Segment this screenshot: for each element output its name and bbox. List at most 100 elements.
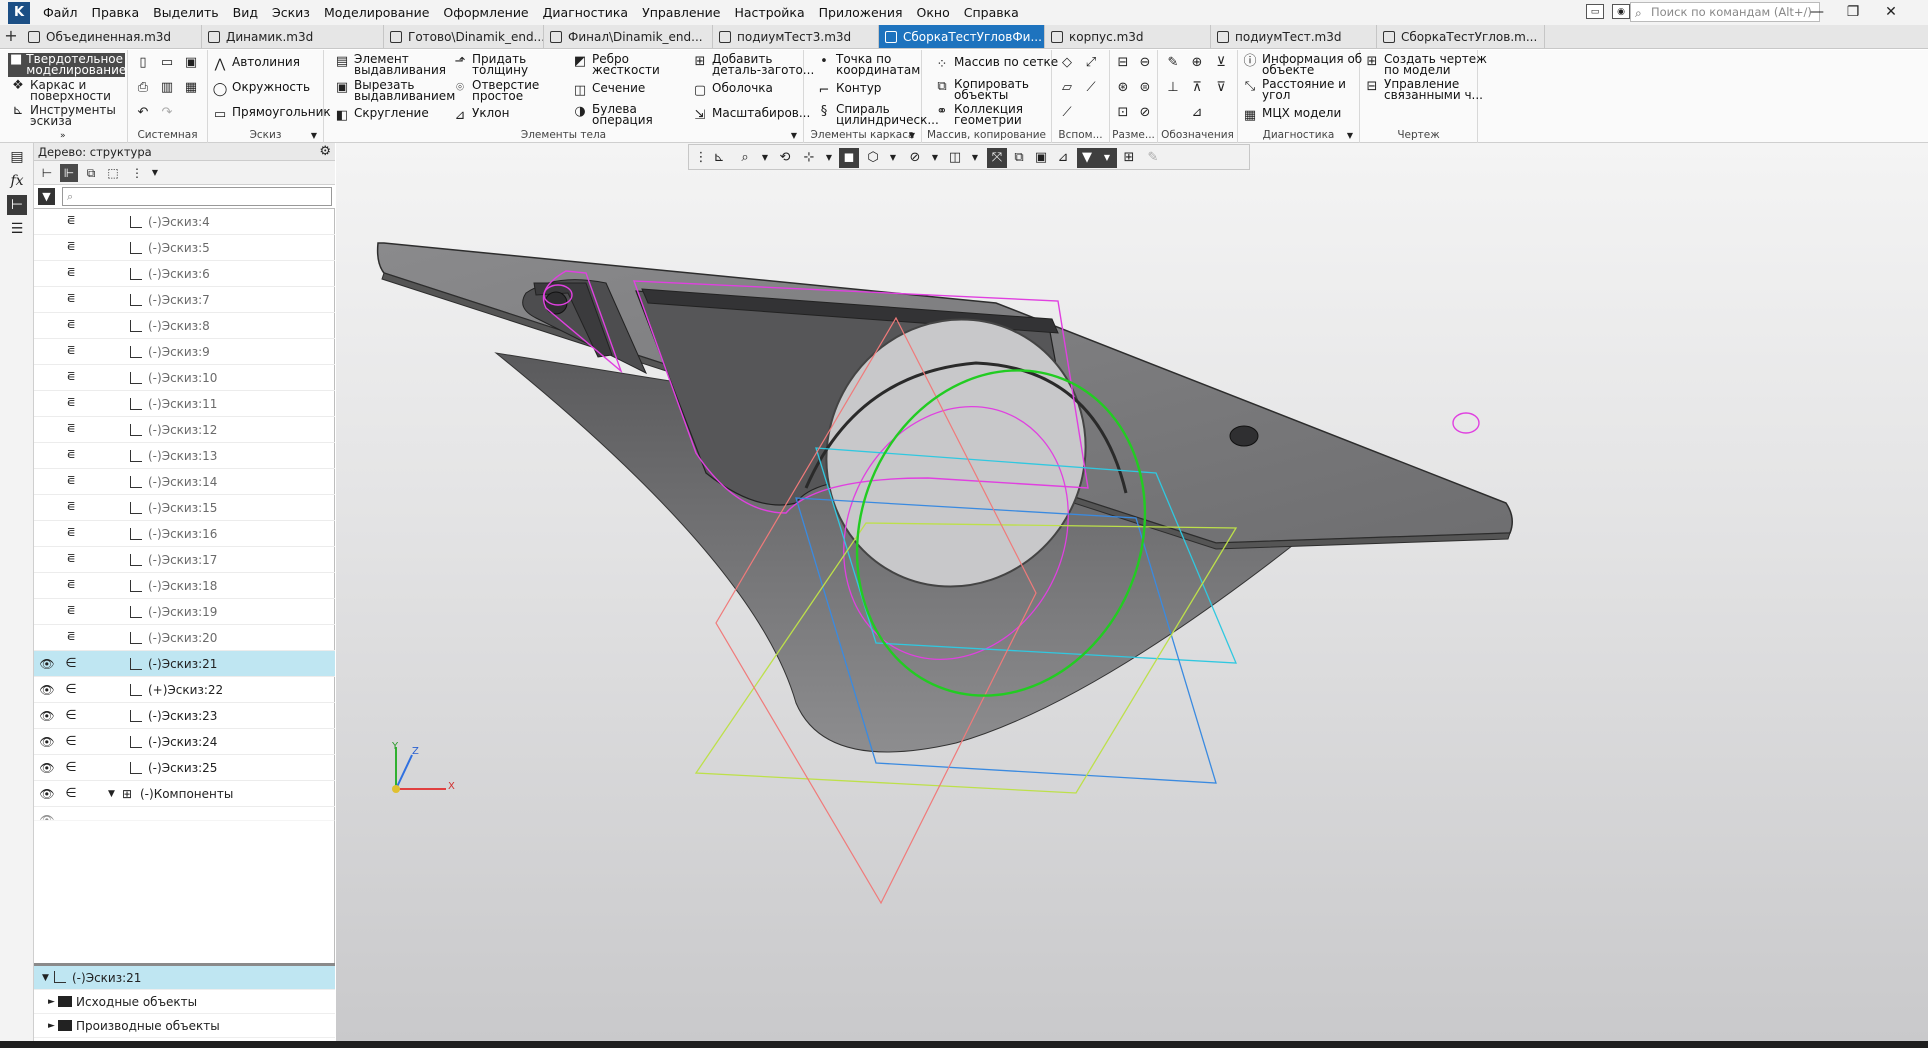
tree-row-sketch-25[interactable]: 👁 ∈ (-)Эскиз:25	[34, 755, 335, 781]
eye-icon[interactable]: 👁	[39, 755, 55, 781]
minimize-button[interactable]: —	[1800, 0, 1834, 24]
chevron-down-icon[interactable]: ▼	[146, 164, 164, 182]
snap-icon[interactable]: ⤧	[987, 148, 1007, 168]
print-icon[interactable]: ⎙	[134, 79, 152, 97]
visibility-icon[interactable]: ∈	[64, 703, 78, 729]
chevron-down-icon[interactable]: ▼	[925, 148, 945, 168]
tree-row-sketch-16[interactable]: ⋷ (-)Эскиз:16	[34, 521, 335, 547]
tree-row-sketch-10[interactable]: ⋷ (-)Эскиз:10	[34, 365, 335, 391]
visibility-icon[interactable]: ⋷	[64, 443, 78, 469]
spiral-button[interactable]: § Спираль цилиндрическ...	[816, 103, 939, 126]
detail-source-objects[interactable]: ► Исходные объекты	[34, 990, 335, 1014]
menu-file[interactable]: Файл	[36, 0, 85, 25]
chevron-down-icon[interactable]: ▼	[883, 148, 903, 168]
tree-row-sketch-12[interactable]: ⋷ (-)Эскиз:12	[34, 417, 335, 443]
tree-row-sketch-23[interactable]: 👁 ∈ (-)Эскиз:23	[34, 703, 335, 729]
mass-properties-button[interactable]: ▦ МЦХ модели	[1242, 107, 1341, 124]
menu-apps[interactable]: Приложения	[812, 0, 910, 25]
tab-doc-5[interactable]: подиумТест3.m3d	[713, 25, 879, 48]
tree-row-components[interactable]: 👁 ∈ ▼ ⊞ (-)Компоненты	[34, 781, 335, 807]
mode-sketch-tools[interactable]: ⊾ Инструменты эскиза	[8, 104, 125, 127]
tree-row-sketch-9[interactable]: ⋷ (-)Эскиз:9	[34, 339, 335, 365]
3d-viewport[interactable]: X Y Z	[336, 143, 1928, 1041]
hole-button[interactable]: ⌾ Отверстие простое	[452, 79, 539, 102]
note-base-icon[interactable]: ⊥	[1164, 79, 1182, 97]
tab-doc-2[interactable]: Динамик.m3d	[202, 25, 384, 48]
menu-view[interactable]: Вид	[226, 0, 265, 25]
measure-icon[interactable]: ⊿	[1053, 148, 1073, 168]
note-tolerance-icon[interactable]: ⊼	[1188, 79, 1206, 97]
chevron-down-icon[interactable]: ▼	[755, 148, 775, 168]
new-tab-button[interactable]: +	[0, 25, 22, 48]
aux-axis-icon[interactable]: ⤢	[1082, 54, 1100, 72]
section-view-icon[interactable]: ◫	[945, 148, 965, 168]
open-icon[interactable]: ▭	[158, 54, 176, 72]
detail-root-sketch-21[interactable]: ▼ (-)Эскиз:21	[34, 966, 335, 990]
tab-doc-8[interactable]: подиумТест.m3d	[1211, 25, 1377, 48]
layers-icon[interactable]: ☰	[7, 219, 27, 239]
mode-wireframe[interactable]: ❖ Каркас и поверхности	[8, 79, 125, 102]
distance-angle-button[interactable]: ⤡ Расстояние и угол	[1242, 78, 1346, 101]
visibility-icon[interactable]: ⋷	[64, 417, 78, 443]
extrude-button[interactable]: ▤ Элемент выдавливания	[334, 53, 446, 76]
tree-structure-icon[interactable]: ⊢	[38, 164, 56, 182]
dim-diameter-icon[interactable]: ⊜	[1136, 79, 1154, 97]
visibility-icon[interactable]: ∈	[64, 781, 78, 807]
add-blank-button[interactable]: ⊞ Добавить деталь-загото...	[692, 53, 815, 76]
cut-icon[interactable]: ▥	[158, 79, 176, 97]
visibility-icon[interactable]: ∈	[64, 651, 78, 677]
menu-window[interactable]: Окно	[910, 0, 957, 25]
eye-icon[interactable]: 👁	[39, 729, 55, 755]
copy-view-icon[interactable]: ⧉	[1009, 148, 1029, 168]
menu-diagnostics[interactable]: Диагностика	[536, 0, 635, 25]
tree-view-options-icon[interactable]: ⋮	[128, 164, 146, 182]
chevron-down-icon[interactable]: ▼	[1097, 148, 1117, 168]
chevron-down-icon[interactable]: ▼	[1347, 131, 1353, 140]
shell-button[interactable]: ▢ Оболочка	[692, 82, 773, 99]
filter-icon[interactable]: ▼	[1077, 148, 1097, 168]
note-mark-icon[interactable]: ⊕	[1188, 54, 1206, 72]
redo-icon[interactable]: ↷	[158, 104, 176, 122]
save-icon[interactable]: ▣	[182, 54, 200, 72]
tree-row-sketch-14[interactable]: ⋷ (-)Эскиз:14	[34, 469, 335, 495]
menu-modeling[interactable]: Моделирование	[317, 0, 436, 25]
note-roughness-icon[interactable]: ⊻	[1212, 54, 1230, 72]
tree-row-sketch-11[interactable]: ⋷ (-)Эскиз:11	[34, 391, 335, 417]
wireframe-view-icon[interactable]: ⬡	[863, 148, 883, 168]
eye-icon[interactable]: 👁	[39, 703, 55, 729]
properties-panel-icon[interactable]: ▤	[7, 147, 27, 167]
manage-drawings-button[interactable]: ⊟ Управление связанными ч...	[1364, 78, 1483, 101]
eye-icon[interactable]: 👁	[39, 651, 55, 677]
menu-select[interactable]: Выделить	[146, 0, 226, 25]
scale-button[interactable]: ⇲ Масштабиров...	[692, 107, 811, 124]
visibility-icon[interactable]: ⋷	[64, 313, 78, 339]
menu-manage[interactable]: Управление	[635, 0, 727, 25]
visibility-icon[interactable]: ⋷	[64, 469, 78, 495]
visibility-icon[interactable]: ⋷	[64, 365, 78, 391]
tab-doc-1[interactable]: Объединенная.m3d	[22, 25, 202, 48]
dim-chain-icon[interactable]: ⊘	[1136, 104, 1154, 122]
close-window-button[interactable]: ✕	[1874, 0, 1908, 24]
expand-arrow-icon[interactable]: ▼	[42, 966, 49, 990]
autoline-button[interactable]: ⋀ Автолиния	[212, 56, 300, 73]
visibility-icon[interactable]: ⋷	[64, 235, 78, 261]
view-mode-icon[interactable]: ◉	[1612, 4, 1630, 19]
visibility-icon[interactable]: ⋷	[64, 547, 78, 573]
create-drawing-button[interactable]: ⊞ Создать чертеж по модели	[1364, 53, 1487, 76]
modes-expand-icon[interactable]: »	[60, 131, 66, 141]
tree-search-input[interactable]: ⌕	[62, 187, 332, 206]
tree-row-sketch-7[interactable]: ⋷ (-)Эскиз:7	[34, 287, 335, 313]
grid-array-button[interactable]: ⁘ Массив по сетке	[934, 56, 1059, 73]
detail-derived-objects[interactable]: ► Производные объекты	[34, 1014, 335, 1038]
visibility-icon[interactable]: ⋷	[64, 391, 78, 417]
contour-button[interactable]: ⌐ Контур	[816, 82, 882, 99]
tree-row-sketch-4[interactable]: ⋷ (-)Эскиз:4	[34, 209, 335, 235]
aux-plane-icon[interactable]: ◇	[1058, 54, 1076, 72]
object-info-button[interactable]: ⓘ Информация об объекте	[1242, 53, 1362, 76]
tree-row-sketch-22[interactable]: 👁 ∈ (+)Эскиз:22	[34, 677, 335, 703]
orient-icon[interactable]: ⊾	[709, 148, 729, 168]
cut-extrude-button[interactable]: ▣ Вырезать выдавливанием	[334, 79, 455, 102]
tab-doc-4[interactable]: Финал\Dinamik_end...	[544, 25, 713, 48]
tree-row-sketch-15[interactable]: ⋷ (-)Эскиз:15	[34, 495, 335, 521]
variables-icon[interactable]: fx	[7, 171, 27, 191]
